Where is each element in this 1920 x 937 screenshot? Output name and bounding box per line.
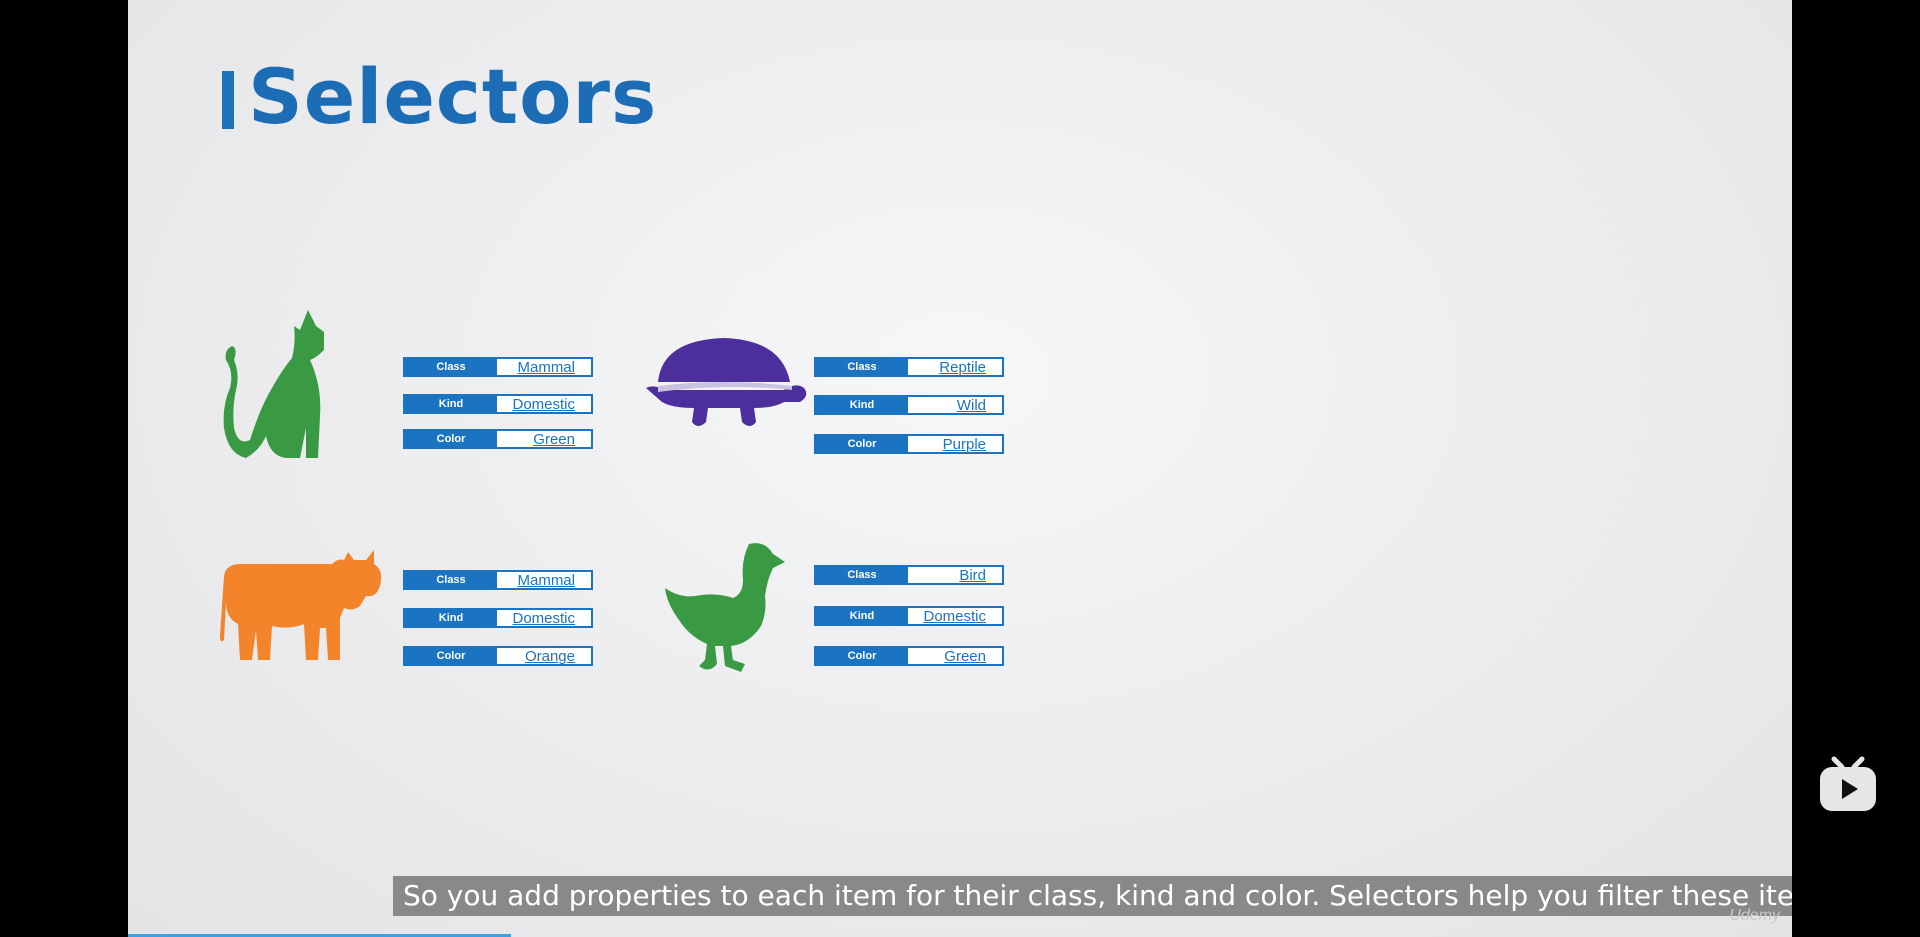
- property-tag: Color Green: [814, 646, 1004, 666]
- property-key: Class: [405, 359, 497, 375]
- property-tag: Kind Domestic: [403, 608, 593, 628]
- property-tag: Kind Wild: [814, 395, 1004, 415]
- property-tag: Kind Domestic: [814, 606, 1004, 626]
- property-value: Orange: [524, 647, 575, 665]
- property-key: Kind: [816, 608, 908, 624]
- slide-title: Selectors: [248, 52, 658, 141]
- property-key: Color: [816, 436, 908, 452]
- property-tag: Kind Domestic: [403, 394, 593, 414]
- property-tag: Class Mammal: [403, 357, 593, 377]
- property-key: Kind: [405, 610, 497, 626]
- duck-icon: [665, 543, 785, 672]
- property-key: Color: [816, 648, 908, 664]
- property-tag: Class Reptile: [814, 357, 1004, 377]
- tv-play-icon[interactable]: [1818, 755, 1878, 813]
- property-value: Bird: [959, 566, 986, 584]
- property-value: Domestic: [923, 607, 986, 625]
- udemy-watermark: Udemy: [1729, 907, 1780, 924]
- property-value: Green: [944, 647, 986, 665]
- property-value: Wild: [956, 396, 986, 414]
- property-tag: Class Mammal: [403, 570, 593, 590]
- turtle-icon: [646, 338, 807, 426]
- property-value: Domestic: [512, 609, 575, 627]
- video-subtitle: So you add properties to each item for t…: [393, 876, 1792, 916]
- property-key: Kind: [405, 396, 497, 412]
- property-tag: Color Purple: [814, 434, 1004, 454]
- video-slide: Selectors Class Mammal Kind Domestic Color…: [128, 0, 1792, 937]
- property-value: Mammal: [517, 358, 575, 376]
- cow-icon: [220, 550, 382, 660]
- property-value: Reptile: [939, 358, 986, 376]
- property-key: Class: [816, 567, 908, 583]
- property-key: Color: [405, 648, 497, 664]
- property-value: Green: [533, 430, 575, 448]
- property-key: Class: [816, 359, 908, 375]
- property-key: Kind: [816, 397, 908, 413]
- cat-icon: [223, 310, 324, 458]
- property-value: Domestic: [512, 395, 575, 413]
- property-key: Color: [405, 431, 497, 447]
- property-value: Purple: [942, 435, 986, 453]
- property-tag: Color Orange: [403, 646, 593, 666]
- property-key: Class: [405, 572, 497, 588]
- title-accent-bar: [222, 71, 234, 129]
- property-value: Mammal: [517, 571, 575, 589]
- property-tag: Class Bird: [814, 565, 1004, 585]
- property-tag: Color Green: [403, 429, 593, 449]
